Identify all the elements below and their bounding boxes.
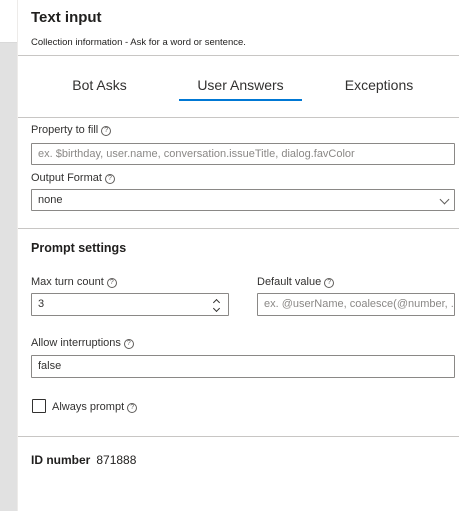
allow-interruptions-field[interactable]: false [31, 355, 455, 378]
help-circle-icon[interactable]: ? [127, 403, 138, 413]
property-input[interactable]: ex. $birthday, user.name, conversation.i… [31, 143, 455, 165]
tab-exceptions[interactable]: Exceptions [344, 77, 414, 93]
help-circle-icon[interactable]: ? [324, 278, 335, 288]
left-strip-cap [0, 0, 17, 43]
output-format-select[interactable]: none [31, 189, 455, 211]
tab-user-answers[interactable]: User Answers [188, 77, 293, 93]
help-circle-icon[interactable]: ? [123, 339, 134, 349]
property-label: Property to fill [31, 124, 99, 136]
always-prompt-label-row: Always prompt? [52, 401, 138, 413]
id-label: ID number [31, 453, 91, 467]
allow-interruptions-label-row: Allow interruptions? [31, 337, 134, 349]
property-label-row: Property to fill? [31, 124, 112, 136]
max-turn-label: Max turn count [31, 276, 104, 288]
id-row: ID number 871888 [31, 453, 136, 467]
help-circle-icon[interactable]: ? [104, 174, 115, 184]
spin-down-icon[interactable] [212, 304, 221, 313]
panel-subtitle: Collection information - Ask for a word … [31, 37, 246, 48]
footer-divider [18, 436, 459, 437]
output-format-label-row: Output Format? [31, 172, 115, 184]
header-divider [18, 55, 459, 56]
max-turn-value: 3 [38, 298, 45, 310]
allow-interruptions-label: Allow interruptions [31, 337, 121, 349]
section-divider [18, 228, 459, 229]
tabs-divider [18, 117, 459, 118]
output-format-label: Output Format [31, 172, 102, 184]
panel-title: Text input [31, 9, 102, 26]
always-prompt-label: Always prompt [52, 401, 125, 413]
default-value-input[interactable]: ex. @userName, coalesce(@number, ... [257, 293, 455, 316]
tab-bot-asks[interactable]: Bot Asks [66, 77, 133, 93]
chevron-down-icon [439, 194, 450, 205]
id-value: 871888 [96, 453, 137, 467]
always-prompt-checkbox[interactable] [32, 399, 46, 413]
help-circle-icon[interactable]: ? [106, 278, 117, 288]
left-sidebar-strip [0, 0, 17, 511]
active-tab-indicator [179, 99, 302, 101]
prompt-settings-title: Prompt settings [31, 241, 127, 255]
max-turn-stepper[interactable]: 3 [31, 293, 229, 316]
default-value-label: Default value [257, 276, 322, 288]
output-format-value: none [38, 194, 63, 206]
max-turn-label-row: Max turn count? [31, 276, 117, 288]
default-value-label-row: Default value? [257, 276, 335, 288]
properties-panel: Text input Collection information - Ask … [17, 0, 459, 511]
help-circle-icon[interactable]: ? [101, 126, 112, 136]
